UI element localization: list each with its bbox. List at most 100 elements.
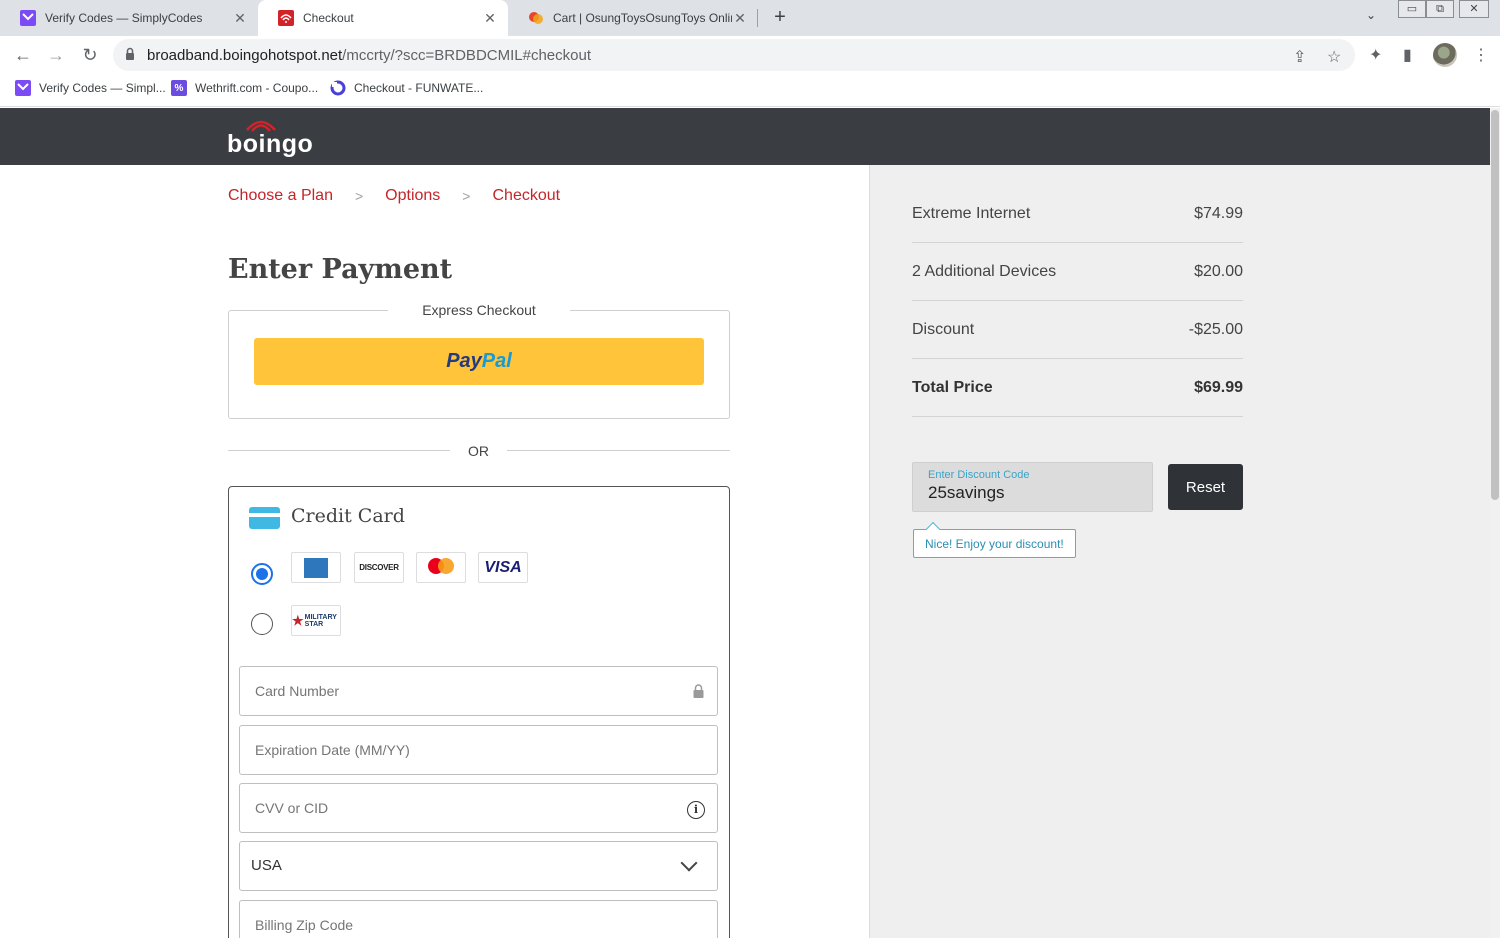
url-text[interactable]: broadband.boingohotspot.net/mccrty/?scc=… bbox=[147, 47, 591, 64]
lock-icon bbox=[693, 684, 704, 698]
discover-logo: DISCOVER bbox=[354, 552, 404, 583]
discover-text: DISCOVER bbox=[359, 563, 399, 572]
card-number-field[interactable]: Card Number bbox=[239, 666, 718, 716]
tab-cart[interactable]: Cart | OsungToysOsungToys Online ✕ bbox=[508, 0, 758, 36]
total-price-label: Total Price bbox=[912, 379, 993, 396]
summary-row-discount: Discount -$25.00 bbox=[912, 301, 1243, 359]
boingo-logo[interactable]: boingo bbox=[227, 116, 317, 160]
breadcrumb-options[interactable]: Options bbox=[385, 187, 440, 205]
restore-button[interactable]: ⧉ bbox=[1426, 0, 1454, 18]
breadcrumb-checkout[interactable]: Checkout bbox=[492, 187, 560, 205]
tab-simplycodes[interactable]: Verify Codes — SimplyCodes ✕ bbox=[0, 0, 258, 36]
military-star-logo: ★ MILITARY STAR bbox=[291, 605, 341, 636]
credit-card-icon bbox=[249, 507, 280, 529]
minimize-button[interactable]: ▭ bbox=[1398, 0, 1426, 18]
divider-right bbox=[507, 450, 730, 451]
mastercard-icon bbox=[425, 557, 457, 578]
bookmark-verify-codes[interactable]: Verify Codes — Simpl... bbox=[15, 80, 166, 96]
more-menu-icon[interactable]: ⋮ bbox=[1473, 45, 1489, 65]
paypal-logo-pal: Pal bbox=[481, 350, 512, 372]
summary-row-total: Total Price $69.99 bbox=[912, 359, 1243, 417]
bookmark-wethrift[interactable]: % Wethrift.com - Coupo... bbox=[171, 80, 318, 96]
bookmark-label: Checkout - FUNWATE... bbox=[354, 81, 484, 95]
card-type-radio-military-star[interactable] bbox=[251, 613, 273, 635]
info-icon[interactable]: i bbox=[687, 801, 705, 819]
tab-title: Verify Codes — SimplyCodes bbox=[45, 11, 203, 25]
card-type-radio-standard[interactable] bbox=[251, 563, 273, 585]
discount-code-input[interactable]: Enter Discount Code 25savings bbox=[912, 462, 1153, 512]
browser-tab-strip: Verify Codes — SimplyCodes ✕ Checkout ✕ … bbox=[0, 0, 1500, 36]
summary-item-amount: $74.99 bbox=[1194, 205, 1243, 222]
bookmark-star-icon[interactable]: ☆ bbox=[1327, 47, 1341, 67]
zip-placeholder: Billing Zip Code bbox=[255, 917, 354, 933]
cvv-placeholder: CVV or CID bbox=[255, 800, 329, 816]
summary-item-amount: $20.00 bbox=[1194, 263, 1243, 280]
bookmark-label: Wethrift.com - Coupo... bbox=[195, 81, 319, 95]
wethrift-percent-icon: % bbox=[171, 80, 187, 96]
forward-arrow-icon[interactable]: → bbox=[45, 44, 67, 66]
or-label: OR bbox=[468, 443, 489, 459]
paypal-button[interactable]: Pay Pal bbox=[254, 338, 704, 385]
summary-item-label: 2 Additional Devices bbox=[912, 263, 1057, 280]
discount-success-message: Nice! Enjoy your discount! bbox=[913, 529, 1076, 558]
side-panel-icon[interactable]: ▮ bbox=[1403, 45, 1412, 65]
tab-title: Checkout bbox=[303, 11, 354, 25]
express-checkout-label: Express Checkout bbox=[388, 302, 570, 318]
chevron-down-icon bbox=[680, 854, 698, 872]
close-tab-icon[interactable]: ✕ bbox=[732, 10, 748, 27]
funwater-icon bbox=[330, 80, 346, 96]
address-bar[interactable]: broadband.boingohotspot.net/mccrty/?scc=… bbox=[113, 39, 1355, 71]
lock-icon[interactable] bbox=[125, 47, 135, 61]
bookmarks-bar: Verify Codes — Simpl... % Wethrift.com -… bbox=[0, 74, 1500, 107]
close-tab-icon[interactable]: ✕ bbox=[232, 10, 248, 27]
share-icon[interactable]: ⇪ bbox=[1293, 47, 1306, 67]
reset-button[interactable]: Reset bbox=[1168, 464, 1243, 510]
summary-item-amount: -$25.00 bbox=[1188, 321, 1243, 338]
logo-wordmark: boingo bbox=[227, 130, 314, 158]
paypal-logo-pay: Pay bbox=[446, 350, 482, 372]
credit-card-title: Credit Card bbox=[291, 505, 405, 527]
military-star-icon: ★ MILITARY STAR bbox=[292, 612, 337, 628]
amex-logo bbox=[291, 552, 341, 583]
close-tab-icon[interactable]: ✕ bbox=[482, 10, 498, 27]
tab-checkout[interactable]: Checkout ✕ bbox=[258, 0, 508, 36]
discount-code-value: 25savings bbox=[928, 483, 1005, 502]
summary-item-label: Extreme Internet bbox=[912, 205, 1031, 222]
divider-left bbox=[228, 450, 450, 451]
billing-zip-field[interactable]: Billing Zip Code bbox=[239, 900, 718, 938]
card-number-placeholder: Card Number bbox=[255, 683, 340, 699]
tab-title: Cart | OsungToysOsungToys Online bbox=[553, 11, 732, 25]
expiration-placeholder: Expiration Date (MM/YY) bbox=[255, 742, 410, 758]
discount-code-label: Enter Discount Code bbox=[928, 469, 1030, 481]
page-scrollbar-thumb[interactable] bbox=[1491, 110, 1499, 500]
bookmark-funwater[interactable]: Checkout - FUNWATE... bbox=[330, 80, 483, 96]
new-tab-button[interactable]: + bbox=[768, 6, 792, 30]
visa-text: VISA bbox=[484, 558, 522, 576]
summary-row-devices: 2 Additional Devices $20.00 bbox=[912, 243, 1243, 301]
visa-logo: VISA bbox=[478, 552, 528, 583]
osungtoys-favicon-icon bbox=[528, 10, 544, 26]
close-window-button[interactable]: ✕ bbox=[1459, 0, 1489, 18]
page-title: Enter Payment bbox=[228, 254, 453, 285]
boingo-favicon-icon bbox=[278, 10, 294, 26]
country-select[interactable]: USA bbox=[239, 841, 718, 891]
profile-avatar[interactable] bbox=[1433, 43, 1457, 67]
chevron-right-icon: > bbox=[462, 188, 471, 204]
simplycodes-icon bbox=[15, 80, 31, 96]
tab-separator bbox=[757, 9, 758, 27]
amex-icon bbox=[304, 557, 328, 578]
breadcrumb: Choose a Plan > Options > Checkout bbox=[228, 187, 560, 205]
browser-toolbar: ← → ↻ broadband.boingohotspot.net/mccrty… bbox=[0, 36, 1500, 74]
breadcrumb-choose-plan[interactable]: Choose a Plan bbox=[228, 187, 333, 205]
tab-search-chevron-icon[interactable]: ⌄ bbox=[1366, 8, 1376, 22]
cvv-field[interactable]: CVV or CID i bbox=[239, 783, 718, 833]
total-price-amount: $69.99 bbox=[1194, 379, 1243, 396]
chevron-right-icon: > bbox=[354, 188, 364, 204]
country-value: USA bbox=[251, 857, 282, 874]
reload-icon[interactable]: ↻ bbox=[79, 44, 101, 66]
extensions-puzzle-icon[interactable]: ✦ bbox=[1369, 45, 1382, 65]
back-arrow-icon[interactable]: ← bbox=[12, 44, 34, 66]
simplycodes-icon bbox=[20, 10, 36, 26]
expiration-date-field[interactable]: Expiration Date (MM/YY) bbox=[239, 725, 718, 775]
mastercard-logo bbox=[416, 552, 466, 583]
